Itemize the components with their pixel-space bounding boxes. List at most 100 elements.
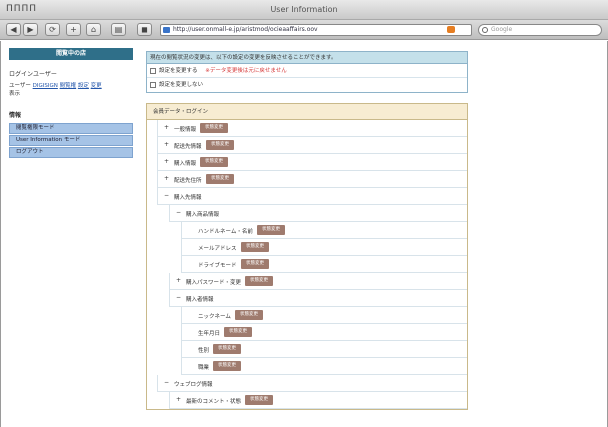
user-link-3[interactable]: 設定 bbox=[78, 83, 89, 89]
tree-row[interactable]: − 購入先情報 bbox=[157, 188, 467, 205]
tree-row[interactable]: メールアドレス 状態変更 bbox=[181, 239, 467, 256]
tree-row-label: 最新のコメント・状態 bbox=[186, 399, 242, 405]
change-status-button[interactable]: 状態変更 bbox=[235, 310, 263, 320]
back-button[interactable]: ◀ bbox=[6, 23, 21, 36]
expand-icon[interactable]: + bbox=[176, 277, 181, 284]
search-placeholder: Google bbox=[491, 26, 513, 33]
user-link-2[interactable]: 閲覧権 bbox=[60, 83, 77, 89]
notice-header: 現在の閲覧状況の変更は、以下の設定の変更を反映させることができます。 bbox=[147, 52, 467, 64]
change-status-button[interactable]: 状態変更 bbox=[206, 174, 234, 184]
tree-row-label: 性別 bbox=[198, 348, 210, 354]
tree-row[interactable]: + 最新のコメント・状態 状態変更 bbox=[169, 392, 467, 409]
change-status-button[interactable]: 状態変更 bbox=[213, 361, 241, 371]
sidebar-item-1[interactable]: User Information モード bbox=[9, 135, 133, 146]
address-bar[interactable]: http://user.onmall-e.jp/aristmod/ocieaaf… bbox=[160, 24, 472, 36]
tree-rows: + 一般情報 状態変更 + 配送先情報 状態変更 + 購入情報 状態変更 + 配送先住所 状態変更 − 購… bbox=[147, 120, 467, 409]
search-icon bbox=[482, 27, 488, 33]
change-status-button[interactable]: 状態変更 bbox=[200, 157, 228, 167]
change-status-button[interactable]: 状態変更 bbox=[224, 327, 252, 337]
reload-button[interactable]: ⟳ bbox=[45, 23, 60, 36]
tree-row-label: ドライブモード bbox=[198, 263, 237, 269]
tree-row[interactable]: 職業 状態変更 bbox=[181, 358, 467, 375]
notice-box: 現在の閲覧状況の変更は、以下の設定の変更を反映させることができます。 設定を変更… bbox=[146, 51, 468, 93]
tree-row[interactable]: + 購入パスワード・変更 状態変更 bbox=[169, 273, 467, 290]
tree-row[interactable]: − ウェブログ情報 bbox=[157, 375, 467, 392]
collapse-icon[interactable]: − bbox=[176, 209, 181, 216]
change-status-button[interactable]: 状態変更 bbox=[257, 225, 285, 235]
option-row[interactable]: 設定を変更する ※データ変更後は元に戻せません bbox=[147, 64, 467, 78]
change-status-button[interactable]: 状態変更 bbox=[206, 140, 234, 150]
option-warning: ※データ変更後は元に戻せません bbox=[205, 68, 287, 74]
collapse-icon[interactable]: − bbox=[164, 192, 169, 199]
home-button[interactable]: ⌂ bbox=[86, 23, 101, 36]
option-checkbox[interactable] bbox=[150, 68, 156, 74]
sidebar: 閲覧中の店 ログインユーザー ユーザー DIGISIGN 閲覧権 設定 変更 表… bbox=[9, 48, 133, 159]
sidebar-user-info: ユーザー DIGISIGN 閲覧権 設定 変更 表示 bbox=[9, 82, 133, 98]
collapse-icon[interactable]: − bbox=[176, 294, 181, 301]
sidebar-nav: 閲覧権限モード User Information モード ログアウト bbox=[9, 123, 133, 158]
tree-row[interactable]: ドライブモード 状態変更 bbox=[181, 256, 467, 273]
page-content: 閲覧中の店 ログインユーザー ユーザー DIGISIGN 閲覧権 設定 変更 表… bbox=[0, 41, 608, 427]
add-bookmark-button[interactable]: + bbox=[66, 23, 81, 36]
tree-row[interactable]: − 購入商品情報 bbox=[169, 205, 467, 222]
tree-row-label: ウェブログ情報 bbox=[174, 382, 213, 388]
tree-row-label: 配送先住所 bbox=[174, 178, 202, 184]
tree-row[interactable]: + 配送先情報 状態変更 bbox=[157, 137, 467, 154]
tree-row-label: 購入パスワード・変更 bbox=[186, 280, 242, 286]
expand-icon[interactable]: + bbox=[164, 141, 169, 148]
tree-row-label: 購入先情報 bbox=[174, 195, 202, 201]
main-panel: 現在の閲覧状況の変更は、以下の設定の変更を反映させることができます。 設定を変更… bbox=[146, 51, 468, 410]
option-label: 設定を変更しない bbox=[159, 82, 204, 88]
sidebar-header: 閲覧中の店 bbox=[9, 48, 133, 60]
tree-row[interactable]: − 購入者情報 bbox=[169, 290, 467, 307]
user-suffix: 表示 bbox=[9, 91, 21, 97]
tree-row-label: 生年月日 bbox=[198, 331, 221, 337]
change-status-button[interactable]: 状態変更 bbox=[241, 259, 269, 269]
sidebar-section-title: 情報 bbox=[9, 112, 22, 119]
tree-row[interactable]: + 購入情報 状態変更 bbox=[157, 154, 467, 171]
tree-row[interactable]: 生年月日 状態変更 bbox=[181, 324, 467, 341]
tree-row-label: 購入商品情報 bbox=[186, 212, 220, 218]
option-label: 設定を変更する bbox=[159, 68, 198, 74]
expand-icon[interactable]: + bbox=[164, 158, 169, 165]
expand-icon[interactable]: + bbox=[176, 396, 181, 403]
tree-row-label: 職業 bbox=[198, 365, 210, 371]
change-status-button[interactable]: 状態変更 bbox=[245, 276, 273, 286]
tree-row-label: 購入者情報 bbox=[186, 297, 214, 303]
sidebar-heading: ログインユーザー bbox=[9, 71, 57, 78]
user-label: ユーザー bbox=[9, 83, 31, 89]
window-title: User Information bbox=[270, 5, 338, 14]
tree-row[interactable]: + 一般情報 状態変更 bbox=[157, 120, 467, 137]
expand-icon[interactable]: + bbox=[164, 175, 169, 182]
address-url: http://user.onmall-e.jp/aristmod/ocieaaf… bbox=[173, 26, 318, 33]
browser-toolbar: ◀ ▶ ⟳ + ⌂ ▤ ◼ http://user.onmall-e.jp/ar… bbox=[0, 20, 608, 40]
change-status-button[interactable]: 状態変更 bbox=[213, 344, 241, 354]
tree-row[interactable]: ハンドルネーム・名前 状態変更 bbox=[181, 222, 467, 239]
tree-row[interactable]: ニックネーム 状態変更 bbox=[181, 307, 467, 324]
print-button[interactable]: ▤ bbox=[111, 23, 126, 36]
stop-button[interactable]: ◼ bbox=[137, 23, 152, 36]
rss-icon[interactable] bbox=[447, 26, 455, 33]
tree-row-label: 配送先情報 bbox=[174, 144, 202, 150]
change-status-button[interactable]: 状態変更 bbox=[200, 123, 228, 133]
sidebar-item-2[interactable]: ログアウト bbox=[9, 147, 133, 158]
tree-row[interactable]: 性別 状態変更 bbox=[181, 341, 467, 358]
option-row[interactable]: 設定を変更しない bbox=[147, 78, 467, 92]
tree-row[interactable]: + 配送先住所 状態変更 bbox=[157, 171, 467, 188]
expand-icon[interactable]: + bbox=[164, 124, 169, 131]
user-link-4[interactable]: 変更 bbox=[91, 83, 102, 89]
option-checkbox[interactable] bbox=[150, 82, 156, 88]
site-favicon-icon bbox=[163, 27, 170, 33]
tree-row-label: ニックネーム bbox=[198, 314, 231, 320]
change-status-button[interactable]: 状態変更 bbox=[241, 242, 269, 252]
search-field[interactable]: Google bbox=[478, 24, 602, 36]
tree-header: 会員データ・ログイン bbox=[147, 104, 467, 120]
user-link-1[interactable]: DIGISIGN bbox=[33, 83, 58, 89]
tree-row-label: 購入情報 bbox=[174, 161, 197, 167]
collapse-icon[interactable]: − bbox=[164, 379, 169, 386]
data-tree: 会員データ・ログイン + 一般情報 状態変更 + 配送先情報 状態変更 + 購入情報 状態変更 +… bbox=[146, 103, 468, 410]
sidebar-item-0[interactable]: 閲覧権限モード bbox=[9, 123, 133, 134]
window-titlebar: ΠΠΠΠ User Information bbox=[0, 0, 608, 20]
forward-button[interactable]: ▶ bbox=[23, 23, 38, 36]
change-status-button[interactable]: 状態変更 bbox=[245, 395, 273, 405]
